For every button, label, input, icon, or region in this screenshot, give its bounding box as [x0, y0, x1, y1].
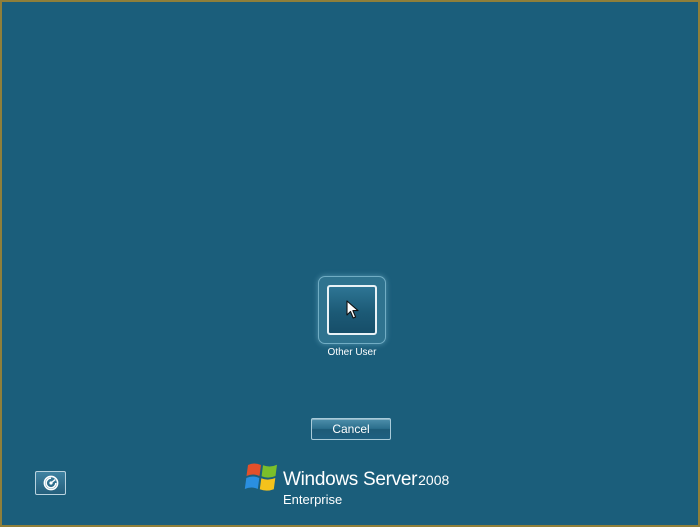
product-version: 2008 [418, 472, 450, 488]
windows-server-branding: Windows Server2008 Enterprise [244, 460, 474, 510]
cursor-arrow-icon [346, 300, 359, 319]
user-picture-frame [327, 285, 377, 335]
product-edition: Enterprise [283, 492, 343, 507]
cancel-button[interactable]: Cancel [311, 418, 391, 440]
logon-screen: Other User Cancel Windows Server2008 Ent… [0, 0, 700, 527]
product-name-line: Windows Server2008 [283, 469, 449, 491]
ease-of-access-icon [43, 475, 59, 491]
user-tile-label: Other User [327, 347, 377, 358]
product-name: Windows Server [283, 469, 418, 490]
windows-flag-icon [244, 463, 277, 491]
ease-of-access-button[interactable] [35, 471, 66, 495]
other-user-tile[interactable] [318, 276, 386, 344]
